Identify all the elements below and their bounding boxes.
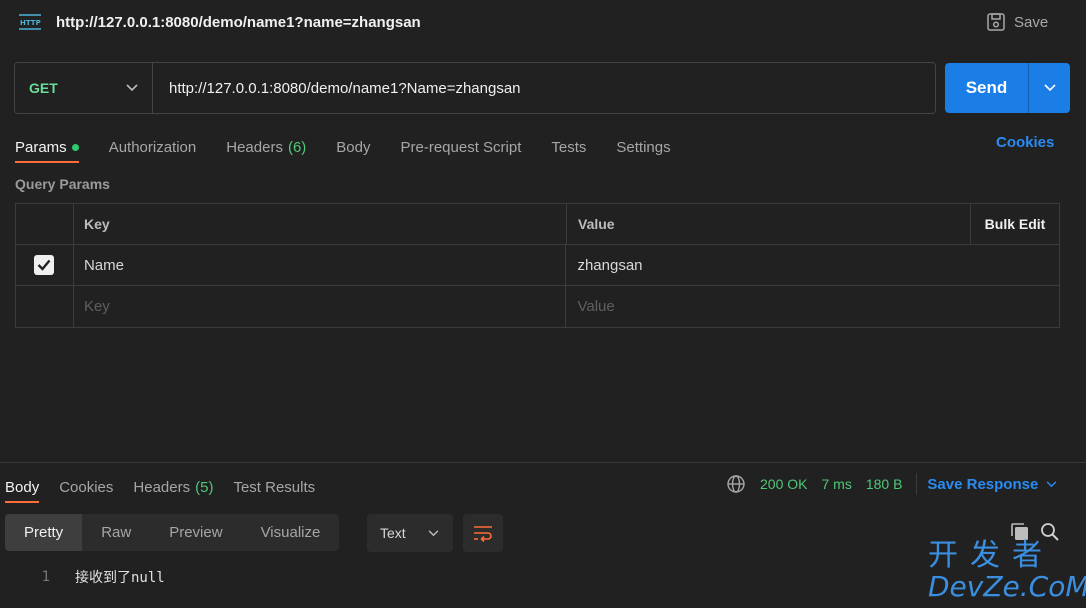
send-button[interactable]: Send xyxy=(945,63,1029,113)
wrap-lines-icon xyxy=(474,526,492,542)
param-key-cell[interactable]: Name xyxy=(74,245,567,285)
tab-response-cookies[interactable]: Cookies xyxy=(59,472,113,502)
tab-headers-label: Headers xyxy=(226,138,283,156)
tab-response-headers[interactable]: Headers (5) xyxy=(133,472,213,502)
chevron-down-icon xyxy=(1046,480,1057,487)
save-response-label: Save Response xyxy=(927,475,1039,493)
table-row: Key Value xyxy=(16,286,1059,327)
new-value-input[interactable]: Value xyxy=(566,286,1059,327)
code-line: 1 接收到了null xyxy=(0,566,165,588)
bulk-edit-button[interactable]: Bulk Edit xyxy=(971,204,1059,244)
response-tabs: Body Cookies Headers (5) Test Results xyxy=(5,472,335,504)
meta-divider xyxy=(916,473,918,495)
svg-text:HTTP: HTTP xyxy=(20,19,41,27)
pretty-button[interactable]: Pretty xyxy=(5,514,83,551)
param-enabled-cell xyxy=(16,245,74,285)
response-headers-count: (5) xyxy=(195,478,214,496)
param-value-cell[interactable]: zhangsan xyxy=(566,245,1059,285)
response-meta: 200 OK 7 ms 180 B Save Response xyxy=(726,473,1057,495)
table-header-row: Key Value Bulk Edit xyxy=(16,204,1059,245)
copy-icon[interactable] xyxy=(1010,522,1030,542)
globe-icon[interactable] xyxy=(726,474,746,494)
save-response-button[interactable]: Save Response xyxy=(927,476,1057,493)
save-label: Save xyxy=(1014,13,1049,31)
tab-headers[interactable]: Headers (6) xyxy=(226,132,306,162)
url-input[interactable] xyxy=(153,63,935,113)
params-table: Key Value Bulk Edit Name zhangsan Key Va… xyxy=(15,203,1060,328)
response-time[interactable]: 7 ms xyxy=(821,476,851,492)
url-bar: GET xyxy=(14,62,936,114)
line-number: 1 xyxy=(41,569,50,585)
tab-params-label: Params xyxy=(15,138,67,156)
chevron-down-icon xyxy=(428,529,439,536)
check-column-header xyxy=(16,204,74,244)
param-enabled-checkbox[interactable] xyxy=(34,255,55,275)
new-key-input[interactable]: Key xyxy=(74,286,567,327)
request-tabs: Params Authorization Headers (6) Body Pr… xyxy=(15,132,701,164)
title-bar: HTTP http://127.0.0.1:8080/demo/name1?na… xyxy=(0,0,1086,46)
table-row: Name zhangsan xyxy=(16,245,1059,286)
chevron-down-icon xyxy=(126,84,138,92)
key-column-header: Key xyxy=(74,204,567,244)
checkmark-icon xyxy=(38,259,51,271)
send-options-button[interactable] xyxy=(1029,63,1070,113)
response-size[interactable]: 180 B xyxy=(866,476,903,492)
method-label: GET xyxy=(29,80,58,96)
tab-params[interactable]: Params xyxy=(15,132,79,163)
tab-pre-request-script[interactable]: Pre-request Script xyxy=(401,132,522,162)
status-code[interactable]: 200 OK xyxy=(760,476,807,492)
http-icon: HTTP xyxy=(19,14,41,30)
tab-tests[interactable]: Tests xyxy=(551,132,586,162)
watermark-en: DevZe.CoM xyxy=(928,570,1086,603)
pane-divider[interactable] xyxy=(0,462,1086,463)
save-icon xyxy=(987,13,1005,31)
tab-response-body[interactable]: Body xyxy=(5,472,40,503)
request-title[interactable]: http://127.0.0.1:8080/demo/name1?name=zh… xyxy=(56,14,421,31)
tab-response-headers-label: Headers xyxy=(133,478,191,496)
watermark-cn: 开发者 xyxy=(928,538,1054,573)
tab-body[interactable]: Body xyxy=(336,132,370,162)
visualize-button[interactable]: Visualize xyxy=(242,514,340,551)
method-select[interactable]: GET xyxy=(15,63,153,113)
save-button[interactable]: Save xyxy=(986,12,1048,32)
send-button-group: Send xyxy=(945,63,1070,113)
view-mode-group: Pretty Raw Preview Visualize xyxy=(5,514,340,551)
wrap-lines-button[interactable] xyxy=(463,514,503,552)
chevron-down-icon xyxy=(1043,84,1056,92)
preview-button[interactable]: Preview xyxy=(150,514,241,551)
search-icon[interactable] xyxy=(1040,522,1060,542)
format-select[interactable]: Text xyxy=(367,514,453,552)
tab-authorization[interactable]: Authorization xyxy=(109,132,197,162)
raw-button[interactable]: Raw xyxy=(82,514,150,551)
tab-test-results[interactable]: Test Results xyxy=(233,472,315,502)
response-body-text[interactable]: 接收到了null xyxy=(75,567,165,587)
value-column-header: Value xyxy=(567,204,971,244)
format-label: Text xyxy=(380,525,406,541)
cookies-link[interactable]: Cookies xyxy=(996,134,1054,151)
tab-settings[interactable]: Settings xyxy=(616,132,670,162)
param-enabled-cell xyxy=(16,286,74,327)
params-indicator-dot xyxy=(71,143,79,151)
query-params-heading: Query Params xyxy=(15,176,110,192)
watermark: 开发者 DevZe.CoM xyxy=(928,538,1086,604)
headers-count: (6) xyxy=(287,138,307,156)
